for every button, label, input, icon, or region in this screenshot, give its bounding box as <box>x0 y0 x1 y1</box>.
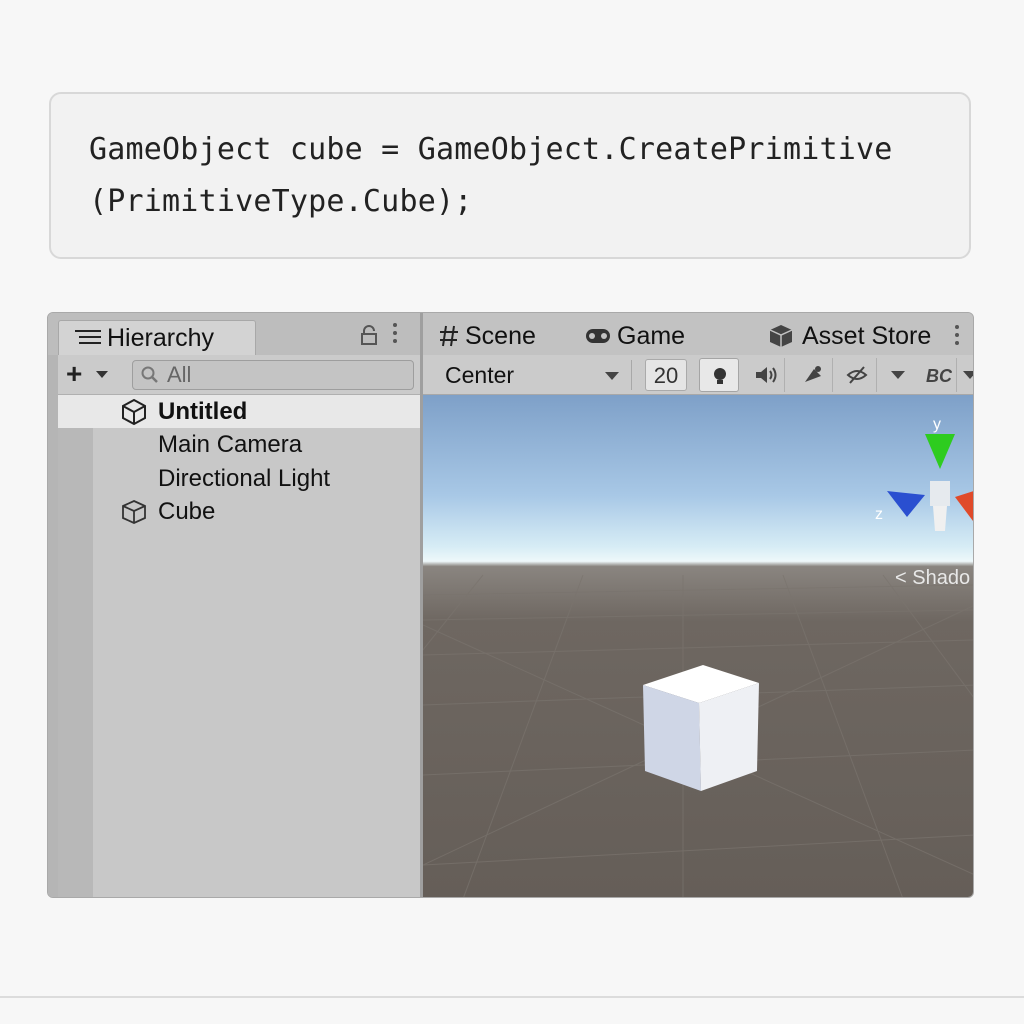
scene-panel: Scene Game Asset Store Center 20 BC y z … <box>423 313 973 897</box>
hierarchy-toolbar: + All <box>58 355 422 395</box>
search-placeholder: All <box>167 362 192 387</box>
more-options-icon[interactable] <box>391 323 399 347</box>
tab-game[interactable]: Game <box>585 319 715 353</box>
zoom-field[interactable]: 20 <box>645 359 687 391</box>
hierarchy-item-label: Cube <box>158 498 216 525</box>
hierarchy-item-label: Untitled <box>158 398 248 425</box>
shading-mode-label[interactable]: < Shado <box>895 567 970 590</box>
cube-object[interactable] <box>641 663 761 793</box>
pivot-mode-label: Center <box>445 362 515 388</box>
unity-scene-icon <box>122 398 146 426</box>
scene-viewport[interactable]: y z < Shado <box>423 395 973 897</box>
chevron-down-icon[interactable] <box>963 371 973 379</box>
lock-icon[interactable] <box>360 325 378 345</box>
hierarchy-item-cube[interactable]: Cube <box>58 495 422 528</box>
page-bottom-divider <box>0 996 1024 998</box>
tab-game-label: Game <box>617 322 686 350</box>
asset-store-icon <box>769 325 793 347</box>
zoom-value: 20 <box>653 363 679 388</box>
svg-text:z: z <box>875 506 883 523</box>
orientation-gizmo[interactable]: y z <box>875 409 973 539</box>
unity-editor-window: Hierarchy + All Untitled Main Camera Dir… <box>47 312 974 898</box>
lightbulb-icon <box>714 368 726 384</box>
hierarchy-tab-bar: Hierarchy <box>48 313 422 355</box>
effects-toggle-button[interactable] <box>793 358 833 392</box>
hierarchy-panel: Hierarchy + All Untitled Main Camera Dir… <box>48 313 422 897</box>
tab-hierarchy-label: Hierarchy <box>107 324 214 352</box>
cube-icon <box>122 500 146 524</box>
hierarchy-item-untitled[interactable]: Untitled <box>58 395 422 428</box>
visibility-off-icon <box>846 366 868 384</box>
tab-hierarchy[interactable]: Hierarchy <box>58 320 256 355</box>
hierarchy-item-directional-light[interactable]: Directional Light <box>58 462 422 495</box>
gizmos-toggle-button[interactable]: BC <box>917 358 957 392</box>
add-button[interactable]: + <box>66 358 82 390</box>
audio-toggle-button[interactable] <box>745 358 785 392</box>
svg-text:y: y <box>933 416 941 433</box>
pivot-mode-dropdown[interactable]: Center <box>433 360 632 390</box>
scene-hash-icon <box>440 325 458 347</box>
gizmos-icon: BC <box>926 366 952 386</box>
gamepad-icon <box>586 329 610 343</box>
panel-edge <box>48 313 58 897</box>
hierarchy-item-label: Main Camera <box>158 431 303 458</box>
code-line-2: (PrimitiveType.Cube); <box>89 184 473 219</box>
svg-text:BC: BC <box>926 366 952 386</box>
more-options-icon[interactable] <box>953 325 961 349</box>
tab-asset-store-label: Asset Store <box>802 322 932 350</box>
scene-tab-bar: Scene Game Asset Store <box>423 313 973 355</box>
chevron-down-icon <box>605 372 619 380</box>
tab-scene[interactable]: Scene <box>437 319 567 353</box>
tab-scene-label: Scene <box>465 322 536 350</box>
search-icon <box>141 366 158 383</box>
hidden-objects-toggle-button[interactable] <box>837 358 877 392</box>
chevron-down-icon[interactable] <box>96 371 108 378</box>
scene-toolbar: Center 20 BC <box>423 355 973 395</box>
chevron-down-icon[interactable] <box>891 371 905 379</box>
list-icon <box>75 330 101 348</box>
hierarchy-item-label: Directional Light <box>158 465 331 492</box>
speaker-icon <box>756 367 777 383</box>
tab-asset-store[interactable]: Asset Store <box>768 319 938 353</box>
code-line-1: GameObject cube = GameObject.CreatePrimi… <box>89 132 893 167</box>
effects-icon <box>805 366 821 382</box>
hierarchy-list: Untitled Main Camera Directional Light C… <box>58 395 422 897</box>
lighting-toggle-button[interactable] <box>699 358 739 392</box>
hierarchy-search-input[interactable]: All <box>132 360 414 390</box>
code-snippet-card: GameObject cube = GameObject.CreatePrimi… <box>49 92 971 259</box>
hierarchy-item-main-camera[interactable]: Main Camera <box>58 428 422 461</box>
